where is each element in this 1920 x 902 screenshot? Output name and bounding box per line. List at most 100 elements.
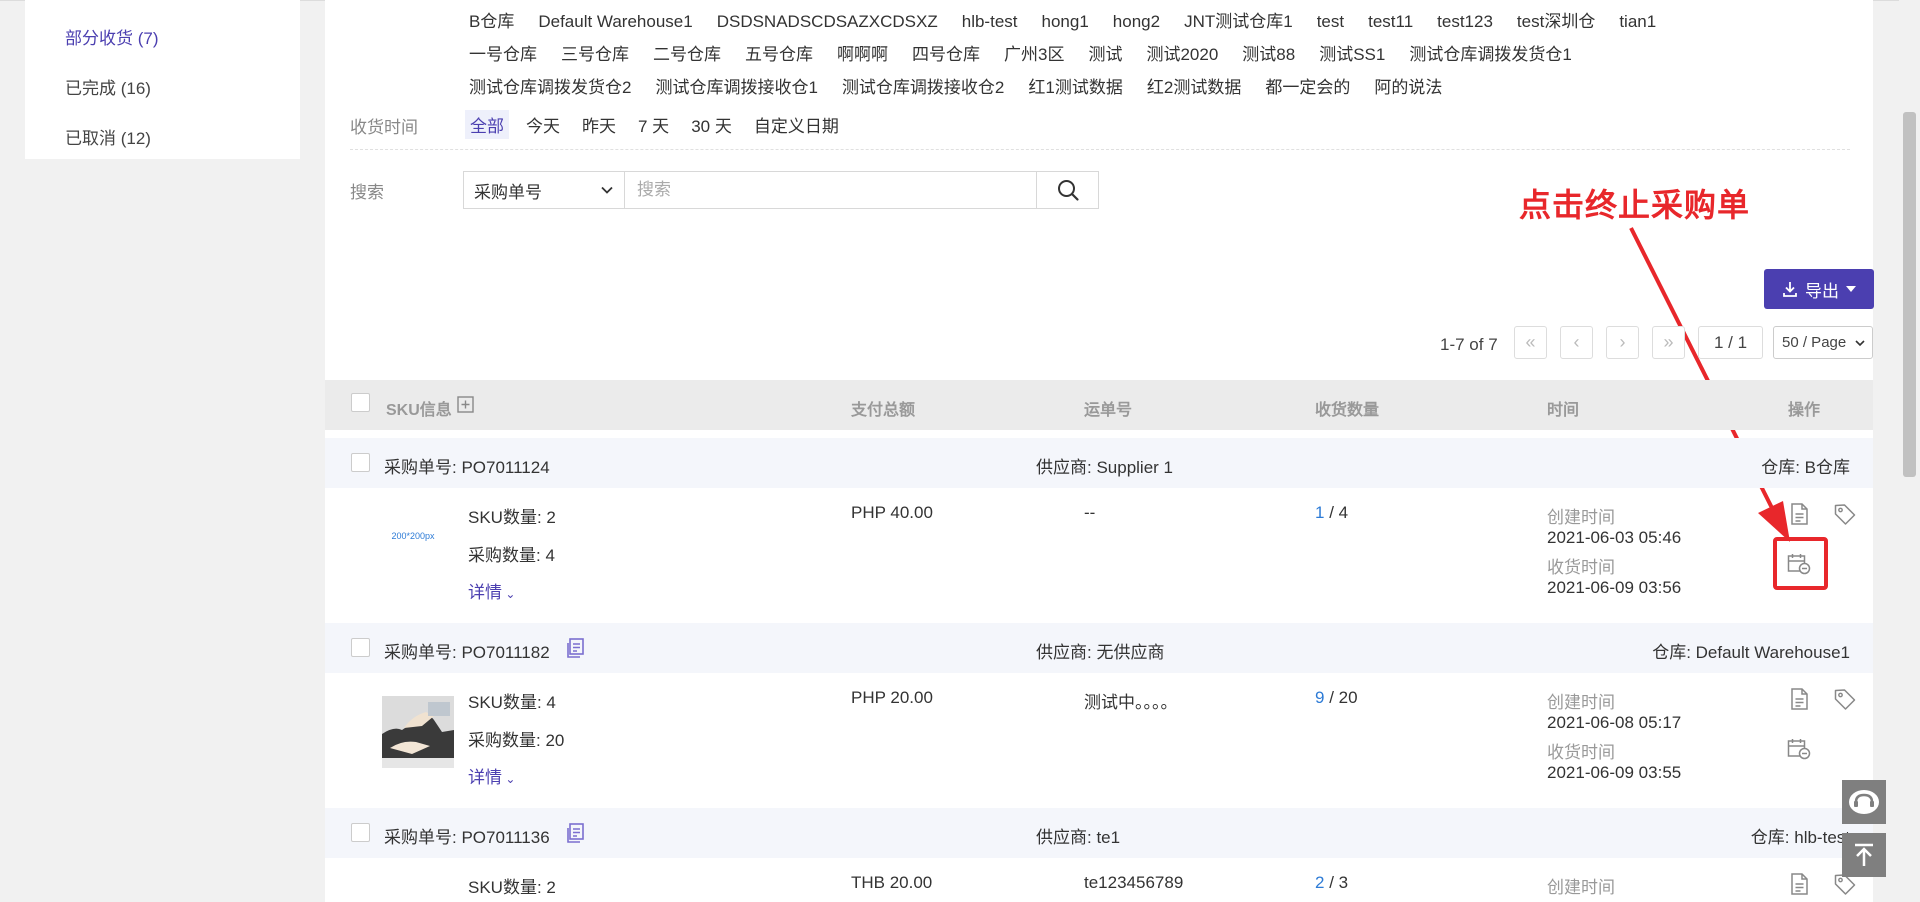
chevron-left-icon: ‹ xyxy=(1573,332,1580,352)
warehouse: 仓库: B仓库 xyxy=(1761,458,1850,477)
back-to-top-button[interactable] xyxy=(1842,833,1886,877)
download-icon xyxy=(1783,282,1797,297)
sku-count: SKU数量: 2 xyxy=(468,878,556,897)
header-total: 支付总额 xyxy=(851,402,916,419)
caret-down-icon xyxy=(1846,286,1856,292)
created-time: 2021-06-08 05:17 xyxy=(1547,713,1682,732)
po-number: 采购单号: PO7011136 xyxy=(384,828,550,847)
order-checkbox[interactable] xyxy=(351,823,370,842)
purchase-qty: 采购数量: 20 xyxy=(468,731,565,750)
sku-count: SKU数量: 2 xyxy=(468,508,556,527)
double-chevron-right-icon: » xyxy=(1663,332,1674,352)
ordered-count: / 4 xyxy=(1329,503,1349,522)
supplier: 供应商: 无供应商 xyxy=(1036,643,1165,662)
pagination-info: 1-7 of 7 xyxy=(1440,335,1498,354)
headset-icon xyxy=(1849,790,1879,814)
order-header: 采购单号: PO7011182 供应商: 无供应商 仓库: Default Wa… xyxy=(325,623,1873,673)
received-time-label: 收货时间 xyxy=(1547,743,1615,762)
chevron-right-icon: › xyxy=(1619,332,1626,352)
arrow-up-to-top-icon xyxy=(1855,843,1873,866)
document-icon xyxy=(1791,503,1808,525)
created-time-label: 创建时间 xyxy=(1547,693,1615,712)
created-time-label: 创建时间 xyxy=(1547,508,1615,527)
order-checkbox[interactable] xyxy=(351,638,370,657)
scrollbar-thumb[interactable] xyxy=(1903,112,1916,477)
customer-service-button[interactable] xyxy=(1842,780,1886,824)
details-link[interactable]: 详情 ⌄ xyxy=(468,578,515,603)
tag-button[interactable] xyxy=(1831,685,1859,713)
po-number: 采购单号: PO7011182 xyxy=(384,643,550,662)
received-qty: 9 / 20 xyxy=(1315,688,1358,708)
header-sku: SKU信息 xyxy=(386,402,452,419)
received-time: 2021-06-09 03:56 xyxy=(1547,578,1682,597)
select-all-checkbox[interactable] xyxy=(351,393,370,412)
warehouse: 仓库: Default Warehouse1 xyxy=(1652,643,1850,662)
details-label: 详情 xyxy=(468,583,502,602)
chevron-down-icon: ⌄ xyxy=(502,772,516,786)
ordered-count: / 20 xyxy=(1329,688,1358,707)
copy-icon[interactable] xyxy=(565,822,587,844)
warehouse: 仓库: hlb-test xyxy=(1750,828,1850,847)
received-count[interactable]: 2 xyxy=(1315,873,1324,892)
waybill-number: te123456789 xyxy=(1084,873,1184,892)
supplier: 供应商: te1 xyxy=(1036,828,1121,847)
payment-total: PHP 20.00 xyxy=(851,688,933,707)
po-number: 采购单号: PO7011124 xyxy=(384,458,550,477)
created-time: 2021-06-03 05:46 xyxy=(1547,528,1682,547)
tag-icon xyxy=(1834,504,1856,525)
order-header: 采购单号: PO7011124 供应商: Supplier 1 仓库: B仓库 xyxy=(325,438,1873,488)
details-label: 详情 xyxy=(468,768,502,787)
sku-count: SKU数量: 4 xyxy=(468,693,556,712)
payment-total: PHP 40.00 xyxy=(851,503,933,522)
view-document-button[interactable] xyxy=(1785,500,1813,528)
order-header: 采购单号: PO7011136 供应商: te1 仓库: hlb-test xyxy=(325,808,1873,858)
tag-icon xyxy=(1834,689,1856,710)
tag-button[interactable] xyxy=(1831,500,1859,528)
annotation-highlight-box xyxy=(1773,537,1828,590)
calendar-minus-icon xyxy=(1787,739,1811,760)
order-row: 200*200px SKU数量: 2 采购数量: 4 详情 ⌄ PHP 40.0… xyxy=(325,488,1873,614)
next-page-button[interactable]: › xyxy=(1606,326,1639,359)
header-waybill: 运单号 xyxy=(1084,402,1133,419)
product-photo-image xyxy=(382,696,454,758)
waybill-number: 测试中。。。。 xyxy=(1084,693,1178,712)
view-document-button[interactable] xyxy=(1785,685,1813,713)
details-link[interactable]: 详情 ⌄ xyxy=(468,763,515,788)
supplier: 供应商: Supplier 1 xyxy=(1036,458,1173,477)
table-header: SKU信息 支付总额 运单号 收货数量 时间 操作 xyxy=(325,380,1873,430)
header-action: 操作 xyxy=(1788,402,1821,419)
page-size-value: 50 / Page xyxy=(1782,334,1847,351)
page-scrollbar[interactable] xyxy=(1899,0,1920,902)
thumbnail-placeholder-text: 200*200px xyxy=(391,531,435,541)
export-button[interactable]: 导出 xyxy=(1764,269,1874,309)
last-page-button[interactable]: » xyxy=(1652,326,1685,359)
export-label: 导出 xyxy=(1805,281,1839,301)
page-size-select[interactable]: 50 / Page xyxy=(1773,326,1873,359)
first-page-button[interactable]: « xyxy=(1514,326,1547,359)
chevron-down-icon: ⌄ xyxy=(502,587,516,601)
header-received: 收货数量 xyxy=(1315,402,1380,419)
order-row: SKU数量: 2 THB 20.00 te123456789 2 / 3 创建时… xyxy=(325,858,1873,902)
received-count[interactable]: 1 xyxy=(1315,503,1324,522)
waybill-number: -- xyxy=(1084,503,1096,522)
double-chevron-left-icon: « xyxy=(1525,332,1536,352)
ordered-count: / 3 xyxy=(1329,873,1349,892)
received-count[interactable]: 9 xyxy=(1315,688,1324,707)
payment-total: THB 20.00 xyxy=(851,873,933,892)
prev-page-button[interactable]: ‹ xyxy=(1560,326,1593,359)
received-qty: 2 / 3 xyxy=(1315,873,1348,893)
document-icon xyxy=(1791,873,1808,895)
sku-thumbnail xyxy=(382,696,454,768)
order-checkbox[interactable] xyxy=(351,453,370,472)
purchase-qty: 采购数量: 4 xyxy=(468,546,555,565)
terminate-order-button[interactable] xyxy=(1785,735,1813,763)
view-document-button[interactable] xyxy=(1785,870,1813,898)
page-number-input[interactable]: 1 / 1 xyxy=(1698,326,1763,359)
received-time: 2021-06-09 03:55 xyxy=(1547,763,1682,782)
expand-plus-icon[interactable] xyxy=(457,396,474,413)
copy-icon[interactable] xyxy=(565,637,587,659)
sku-thumbnail: 200*200px xyxy=(377,500,449,572)
chevron-down-icon xyxy=(1855,339,1865,346)
header-time: 时间 xyxy=(1547,402,1580,419)
received-time-label: 收货时间 xyxy=(1547,558,1615,577)
